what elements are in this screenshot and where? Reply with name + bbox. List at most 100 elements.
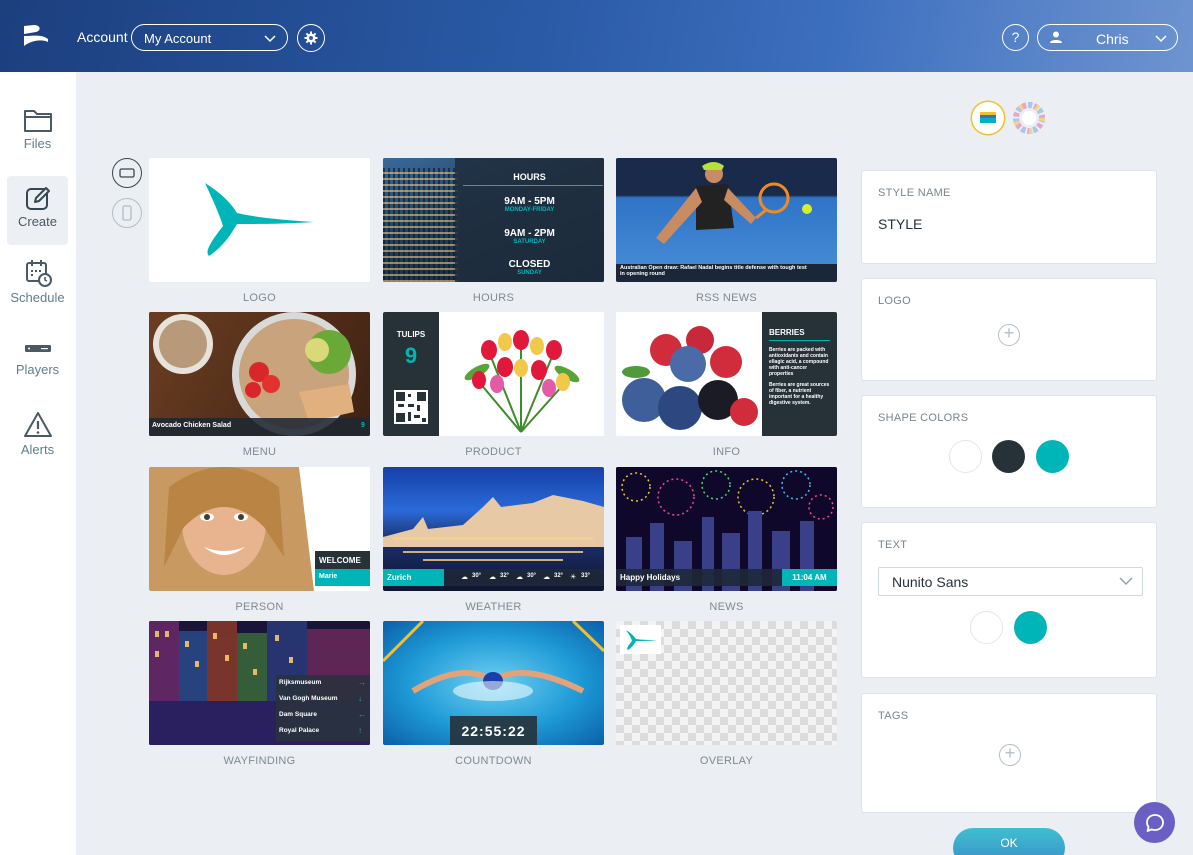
text-panel: TEXT Nunito Sans (861, 522, 1157, 678)
template-product[interactable]: TULIPS 9 (383, 312, 604, 436)
template-wayfinding[interactable]: Rijksmuseum → Van Gogh Museum ↓ Dam Squa… (149, 621, 370, 745)
wayfinding-place: Dam Square (279, 711, 317, 718)
template-caption: OVERLAY (699, 755, 754, 767)
weather-temp: 30° (527, 573, 537, 579)
landscape-toggle[interactable] (112, 158, 142, 188)
template-rss-news[interactable]: Australian Open draw: Rafael Nadal begin… (616, 158, 837, 282)
hours-time: CLOSED (508, 259, 551, 270)
person-name: Marie (319, 573, 338, 580)
sidebar-item-alerts[interactable]: Alerts (7, 410, 68, 479)
add-tag-button[interactable]: + (999, 744, 1021, 766)
help-button[interactable]: ? (1002, 24, 1029, 51)
template-info[interactable]: BERRIES Berries are packed with antioxid… (616, 312, 837, 436)
building-windows (383, 168, 458, 282)
color-wheel-toggle[interactable] (1013, 102, 1045, 134)
palette-card-icon (980, 112, 996, 123)
hours-time: 9AM - 2PM (504, 228, 555, 239)
chat-button[interactable] (1134, 802, 1175, 843)
user-name: Chris (1096, 31, 1129, 47)
text-color-swatch-white[interactable] (970, 611, 1003, 644)
template-person[interactable]: WELCOME Marie (149, 467, 370, 591)
template-caption: WAYFINDING (223, 755, 296, 767)
weather-icon: ☁ (489, 574, 496, 581)
wayfinding-place: Rijksmuseum (279, 679, 322, 686)
menu-item-price: 9 (361, 422, 365, 429)
news-time: 11:04 AM (792, 573, 827, 582)
news-title: Happy Holidays (620, 573, 681, 582)
tags-panel: TAGS + (861, 693, 1157, 813)
sidebar-item-players[interactable]: Players (7, 338, 68, 407)
hours-time: 9AM - 5PM (504, 196, 555, 207)
tulips-image (464, 330, 580, 433)
weather-icon: ☁ (543, 574, 550, 581)
shape-color-swatch-teal[interactable] (1036, 440, 1069, 473)
wayfinding-place: Royal Palace (279, 727, 320, 734)
hours-days: SATURDAY (513, 239, 546, 245)
folder-icon (23, 110, 52, 132)
add-logo-button[interactable]: + (998, 324, 1020, 346)
weather-temp: 33° (581, 573, 591, 579)
ok-button[interactable]: OK (953, 828, 1065, 855)
weather-icon: ☀ (570, 574, 577, 581)
alert-triangle-icon (23, 412, 52, 437)
template-overlay[interactable] (616, 621, 837, 745)
style-preset-toggle[interactable] (972, 102, 1004, 134)
template-menu[interactable]: Avocado Chicken Salad 9 (149, 312, 370, 436)
template-weather[interactable]: Zurich 30° 32° 30° 32° 33° ☁ ☁ ☁ ☁ ☀ (383, 467, 604, 591)
style-name-panel: STYLE NAME STYLE (861, 170, 1157, 264)
account-label: Account (77, 29, 128, 45)
chevron-down-icon (1155, 35, 1167, 43)
gear-icon (304, 31, 318, 45)
info-paragraph: Berries are great sources of fiber, a nu… (769, 382, 830, 406)
shape-color-swatch-white[interactable] (949, 440, 982, 473)
template-hours[interactable]: HOURS 9AM - 5PM MONDAY-FRIDAY 9AM - 2PM … (383, 158, 604, 282)
product-name: TULIPS (396, 330, 426, 339)
chat-bubble-icon (1145, 813, 1164, 832)
logo-panel: LOGO + (861, 278, 1157, 381)
sidebar-item-label: Players (15, 362, 60, 377)
app-logo[interactable] (22, 22, 50, 50)
calendar-clock-icon (25, 260, 52, 287)
person-welcome: WELCOME (319, 556, 361, 565)
text-label: TEXT (878, 539, 908, 551)
logo-label: LOGO (878, 295, 911, 307)
shape-color-swatch-dark[interactable] (992, 440, 1025, 473)
template-countdown[interactable]: 22:55:22 (383, 621, 604, 745)
sidebar-item-create[interactable]: Create (7, 176, 68, 245)
account-select[interactable]: My Account (131, 24, 288, 51)
hours-divider (463, 185, 603, 186)
weather-temp: 30° (472, 573, 482, 579)
style-name-input[interactable]: STYLE (878, 216, 922, 232)
template-caption: WEATHER (465, 601, 522, 613)
overlay-logo-icon (626, 630, 657, 650)
template-caption: NEWS (709, 601, 744, 613)
template-caption: PERSON (235, 601, 284, 613)
sidebar-item-label: Create (17, 214, 58, 229)
wayfinding-arrow: ← (358, 710, 366, 719)
top-bar: Account My Account ? Chris (0, 0, 1193, 72)
template-news[interactable]: Happy Holidays 11:04 AM (616, 467, 837, 591)
wayfinding-place: Van Gogh Museum (279, 695, 338, 702)
sidebar-item-files[interactable]: Files (7, 106, 68, 175)
template-caption: HOURS (472, 292, 515, 304)
sidebar: Files Create Schedule Players Alerts (0, 72, 76, 855)
style-name-label: STYLE NAME (878, 187, 951, 199)
account-settings-button[interactable] (297, 24, 325, 52)
user-icon (1050, 31, 1062, 43)
text-color-swatch-teal[interactable] (1014, 611, 1047, 644)
player-device-icon (24, 345, 51, 352)
sidebar-item-schedule[interactable]: Schedule (7, 258, 68, 327)
sidebar-item-label: Schedule (10, 290, 65, 305)
weather-temp: 32° (554, 573, 564, 579)
font-family-select[interactable]: Nunito Sans (878, 567, 1143, 596)
weather-city: Zurich (387, 573, 412, 582)
hours-days: SUNDAY (517, 270, 542, 276)
account-select-value: My Account (144, 31, 212, 46)
template-caption: COUNTDOWN (455, 755, 532, 767)
portrait-toggle[interactable] (112, 198, 142, 228)
hours-days: MONDAY-FRIDAY (504, 207, 555, 213)
user-menu[interactable]: Chris (1037, 24, 1178, 51)
weather-icon: ☁ (516, 574, 523, 581)
rss-headline: Australian Open draw: Rafael Nadal begin… (620, 265, 807, 277)
template-logo[interactable] (149, 158, 370, 282)
